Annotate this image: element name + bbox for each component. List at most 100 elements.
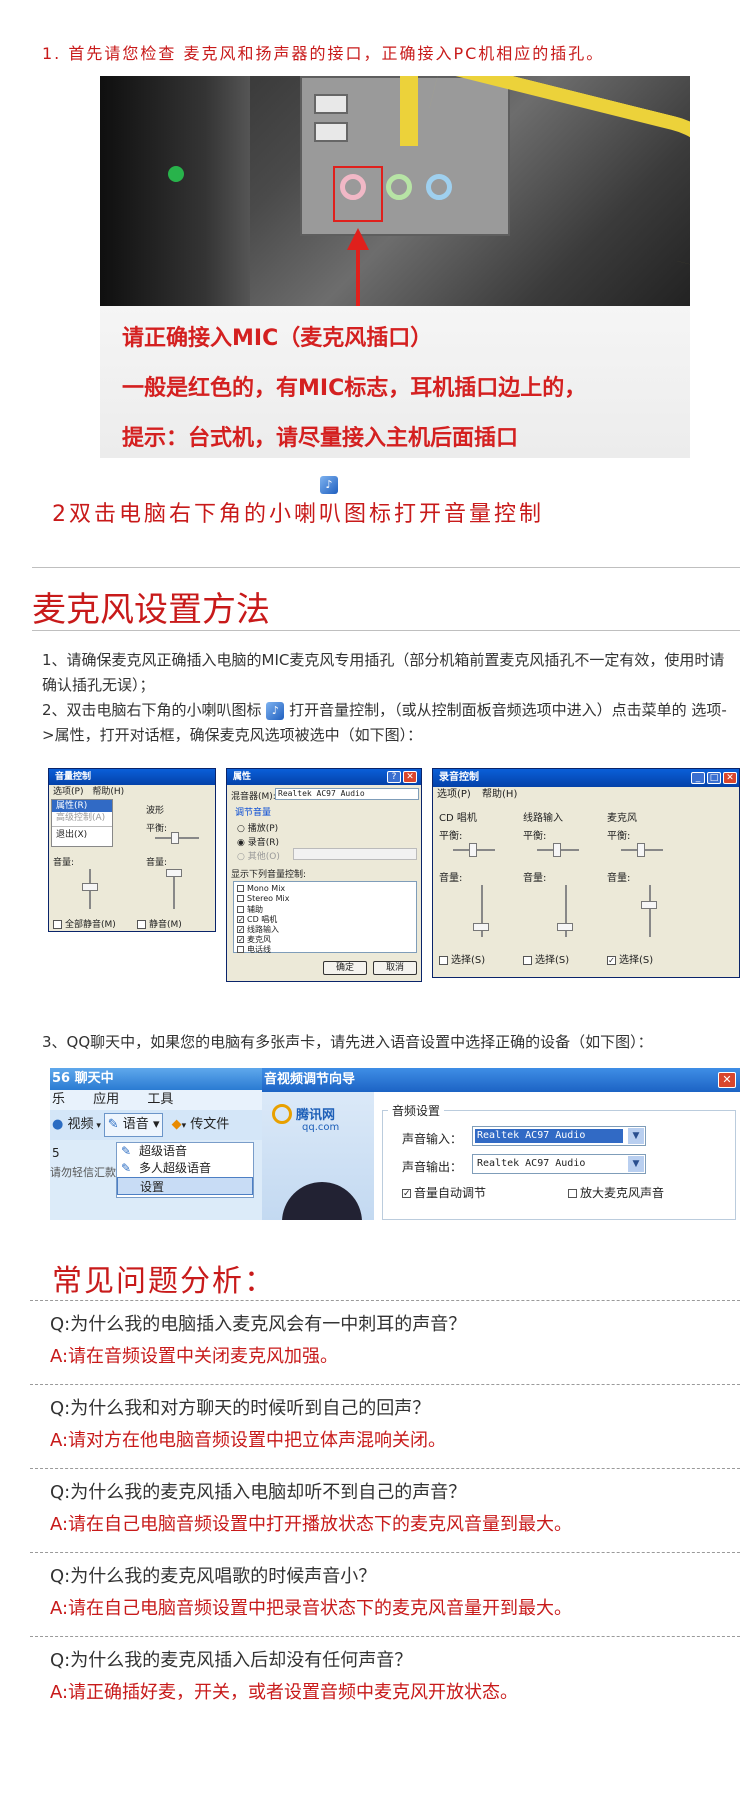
speaker-icon: ♪ xyxy=(320,476,338,494)
voice-dropdown: ✎ 超级语音 ✎ 多人超级语音 设置 xyxy=(116,1142,254,1198)
instruction-3: 3、QQ聊天中，如果您的电脑有多张声卡，请先进入语音设置中选择正确的设备（如下图… xyxy=(42,1033,653,1051)
menu-item-properties[interactable]: 属性(R) xyxy=(52,800,112,812)
volume-slider[interactable] xyxy=(473,923,489,931)
select-checkbox[interactable]: ✓ 选择(S) xyxy=(607,951,653,966)
section-title: 麦克风设置方法 xyxy=(32,590,270,630)
help-icon[interactable]: ? xyxy=(387,771,401,783)
menu-tools[interactable]: 工具 xyxy=(147,1092,173,1107)
input-select[interactable]: Realtek AC97 Audio ▼ xyxy=(472,1126,646,1146)
logo-subtext: qq.com xyxy=(302,1122,340,1133)
faq-title: 常见问题分析： xyxy=(52,1264,276,1299)
ok-button[interactable]: 确定 xyxy=(323,961,367,975)
menu-item-advanced[interactable]: 高级控制(A) xyxy=(52,812,112,824)
balance-label: 平衡: xyxy=(146,824,168,834)
photo-caption-line: 请正确接入MIC（麦克风插口） xyxy=(122,326,433,351)
chevron-down-icon[interactable]: ▼ xyxy=(628,1128,644,1144)
avatar xyxy=(282,1182,362,1220)
radio-other[interactable]: ○ 其他(O) xyxy=(237,849,280,862)
menu-music[interactable]: 乐 xyxy=(52,1092,65,1107)
faq-answer: A:请正确插好麦，开关，或者设置音频中麦克风开放状态。 xyxy=(50,1682,519,1703)
adjust-group-label: 调节音量 xyxy=(235,808,272,818)
volume-slider[interactable] xyxy=(82,883,98,891)
menu-bar: 选项(P) 帮助(H) xyxy=(49,785,215,799)
faq-question: Q:为什么我的麦克风插入后却没有任何声音？ xyxy=(50,1650,413,1671)
balance-slider[interactable] xyxy=(469,843,477,857)
properties-dialog: 属性 ✕ ? 混音器(M): Realtek AC97 Audio 调节音量 ○… xyxy=(226,768,422,982)
faq-divider xyxy=(30,1552,740,1553)
mixer-select[interactable]: Realtek AC97 Audio xyxy=(275,788,419,800)
other-select[interactable] xyxy=(293,848,417,860)
balance-label: 平衡: xyxy=(439,831,463,842)
group-voice-icon: ✎ xyxy=(121,1161,132,1175)
radio-play[interactable]: ○ 播放(P) xyxy=(237,821,278,834)
qq-chat-window: 56 聊天中 乐 应用 工具 ● 视频 ▾ ✎ 语音 ▾ ◆▾ 传文件 5 请勿… xyxy=(50,1068,262,1220)
menu-options[interactable]: 选项(P) xyxy=(53,787,83,797)
record-control-window: 录音控制 ✕ □ _ 选项(P) 帮助(H) CD 唱机 平衡: 音量: 选择(S) 线… xyxy=(432,768,740,978)
voice-icon: ✎ xyxy=(107,1117,119,1132)
cancel-button[interactable]: 取消 xyxy=(373,961,417,975)
volume-label: 音量: xyxy=(53,858,75,868)
power-led xyxy=(168,166,184,182)
volume-slider[interactable] xyxy=(641,901,657,909)
video-icon: ● xyxy=(52,1117,64,1132)
menu-item-exit[interactable]: 退出(X) xyxy=(52,829,112,841)
select-checkbox[interactable]: 选择(S) xyxy=(439,951,485,966)
close-icon[interactable]: ✕ xyxy=(718,1072,736,1088)
faq-question: Q:为什么我和对方聊天的时候听到自己的回声？ xyxy=(50,1398,431,1419)
balance-slider[interactable] xyxy=(171,832,179,844)
input-label: 声音输入： xyxy=(402,1132,463,1146)
menu-help[interactable]: 帮助(H) xyxy=(482,789,517,800)
step1-heading: 1. 首先请您检查 麦克风和扬声器的接口，正确接入PC机相应的插孔。 xyxy=(42,44,605,63)
faq-divider xyxy=(30,1300,740,1301)
video-button[interactable]: 视频 xyxy=(67,1117,93,1132)
av-wizard-window: 音视频调节向导 ✕ 腾讯网 qq.com 音频设置 声音输入： Realtek … xyxy=(262,1068,740,1220)
radio-record[interactable]: ◉ 录音(R) xyxy=(237,835,279,848)
divider xyxy=(32,630,740,631)
toolbar: ● 视频 ▾ ✎ 语音 ▾ ◆▾ 传文件 xyxy=(50,1110,262,1140)
menu-help[interactable]: 帮助(H) xyxy=(92,787,124,797)
menu-item-multi-voice[interactable]: ✎ 多人超级语音 xyxy=(117,1160,253,1177)
balance-slider[interactable] xyxy=(637,843,645,857)
menu-bar: 选项(P) 帮助(H) xyxy=(433,787,739,803)
photo-caption-line: 提示：台式机，请尽量接入主机后面插口 xyxy=(122,426,519,451)
menu-options[interactable]: 选项(P) xyxy=(437,789,471,800)
amplify-mic-checkbox[interactable]: 放大麦克风声音 xyxy=(568,1184,664,1201)
usb-port xyxy=(314,122,348,142)
expression-icon[interactable]: ◆ xyxy=(172,1117,182,1132)
wizard-sidebar: 腾讯网 qq.com xyxy=(262,1092,374,1220)
volume-label: 音量: xyxy=(439,873,463,884)
mute-checkbox[interactable]: 静音(M) xyxy=(137,917,182,930)
output-select[interactable]: Realtek AC97 Audio ▼ xyxy=(472,1154,646,1174)
close-icon[interactable]: ✕ xyxy=(403,771,417,783)
volume-label: 音量: xyxy=(146,858,168,868)
volume-control-option[interactable]: 电话线 xyxy=(237,944,271,955)
close-icon[interactable]: ✕ xyxy=(723,772,737,784)
volume-controls-list: Mono Mix Stereo Mix 辅助 ✓ CD 唱机 ✓ 线路输入 ✓ 麦克风 电话线 xyxy=(233,881,417,955)
transfer-button[interactable]: 传文件 xyxy=(190,1117,229,1132)
volume-slider[interactable] xyxy=(166,869,182,877)
column-label: 线路输入 xyxy=(523,813,563,824)
faq-question: Q:为什么我的麦克风唱歌的时候声音小？ xyxy=(50,1566,377,1587)
menu-app[interactable]: 应用 xyxy=(93,1092,119,1107)
faq-answer: A:请在音频设置中关闭麦克风加强。 xyxy=(50,1346,339,1367)
menu-item-super-voice[interactable]: ✎ 超级语音 xyxy=(117,1143,253,1160)
balance-slider[interactable] xyxy=(553,843,561,857)
menu-item-settings[interactable]: 设置 xyxy=(117,1177,253,1195)
volume-track xyxy=(649,885,651,937)
voice-button[interactable]: ✎ 语音 ▾ xyxy=(103,1113,164,1137)
select-checkbox[interactable]: 选择(S) xyxy=(523,951,569,966)
usb-port xyxy=(314,94,348,114)
step2-heading: 2双击电脑右下角的小喇叭图标打开音量控制 xyxy=(52,502,544,527)
minimize-icon[interactable]: _ xyxy=(691,772,705,784)
volume-control-option[interactable]: Stereo Mix xyxy=(237,894,289,903)
group-label: 音频设置 xyxy=(388,1102,445,1119)
volume-control-option[interactable]: Mono Mix xyxy=(237,884,285,893)
divider xyxy=(32,567,740,568)
auto-adjust-checkbox[interactable]: ✓ 音量自动调节 xyxy=(402,1184,486,1201)
faq-answer: A:请在自己电脑音频设置中把录音状态下的麦克风音量开到最大。 xyxy=(50,1598,573,1619)
maximize-icon[interactable]: □ xyxy=(707,772,721,784)
mute-all-checkbox[interactable]: 全部静音(M) xyxy=(53,917,116,930)
chevron-down-icon[interactable]: ▼ xyxy=(628,1156,644,1172)
volume-label: 音量: xyxy=(607,873,631,884)
volume-slider[interactable] xyxy=(557,923,573,931)
